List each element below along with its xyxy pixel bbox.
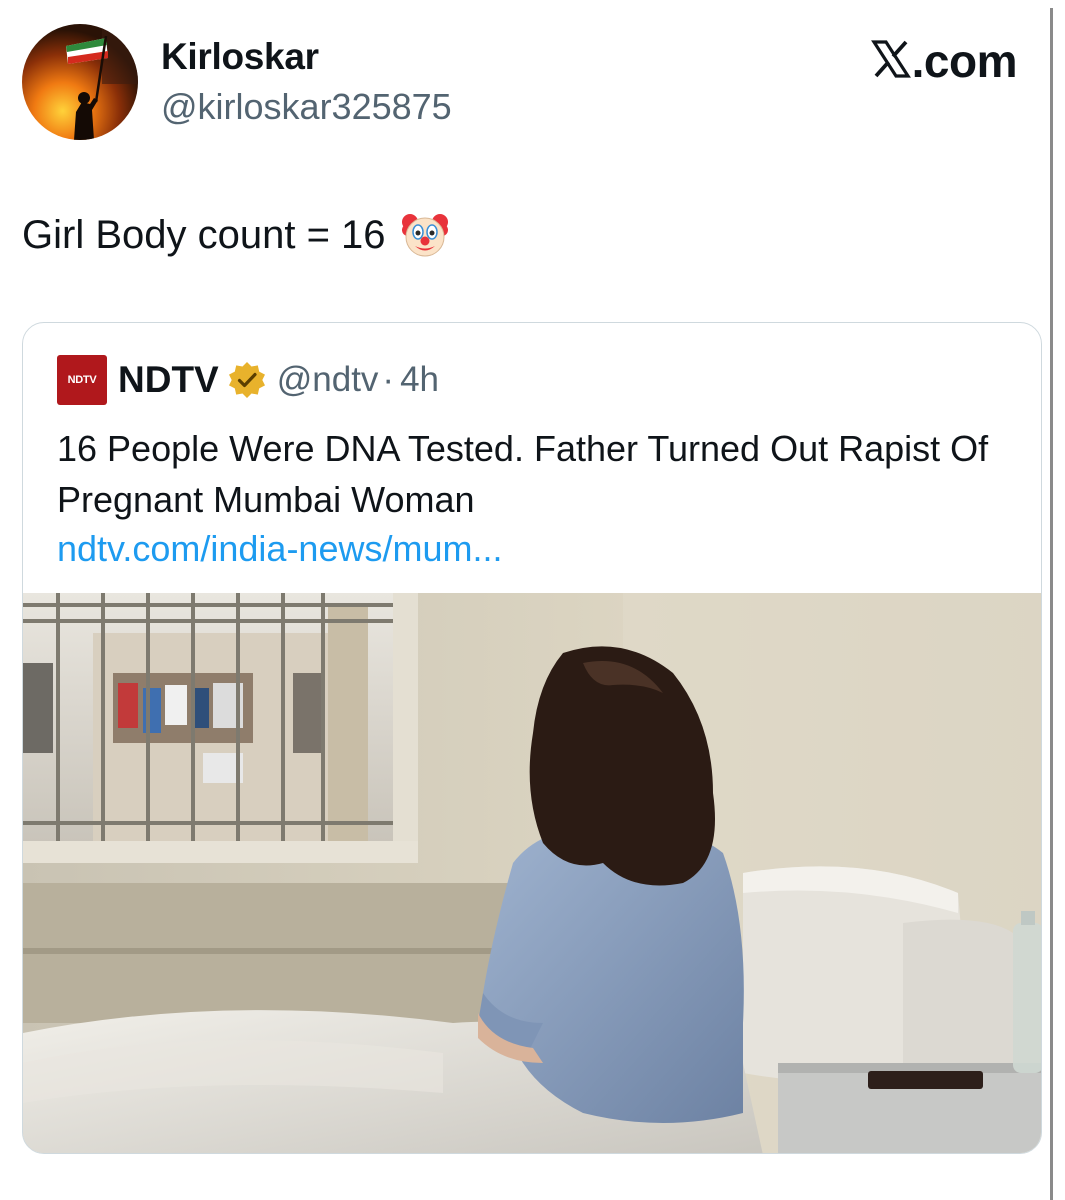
verified-gold-badge-icon bbox=[228, 362, 265, 398]
quoted-author-name[interactable]: NDTV bbox=[118, 359, 219, 401]
quoted-tweet-card[interactable]: NDTV NDTV @ndtv · 4h 16 People Were DNA … bbox=[22, 322, 1042, 1154]
quoted-tweet-text: 16 People Were DNA Tested. Father Turned… bbox=[57, 428, 989, 520]
ndtv-logo[interactable]: NDTV bbox=[57, 355, 107, 405]
author-display-name[interactable]: Kirloskar bbox=[161, 36, 319, 78]
brand-domain: .com bbox=[911, 35, 1018, 87]
author-avatar[interactable] bbox=[22, 24, 138, 140]
x-brand-logo: .com bbox=[870, 34, 1018, 88]
avatar-image bbox=[22, 24, 138, 140]
x-logo-icon bbox=[870, 40, 911, 78]
quoted-timestamp[interactable]: 4h bbox=[400, 360, 439, 400]
tweet-body: Girl Body count = 16 bbox=[22, 212, 386, 257]
quoted-author-handle[interactable]: @ndtv bbox=[277, 360, 379, 400]
tweet-text: Girl Body count = 16 bbox=[22, 210, 450, 260]
quoted-tweet-header: NDTV NDTV @ndtv · 4h bbox=[57, 355, 439, 405]
quoted-tweet-image[interactable] bbox=[23, 593, 1042, 1154]
header-separator: · bbox=[382, 360, 395, 399]
ndtv-logo-text: NDTV bbox=[67, 374, 97, 386]
author-handle[interactable]: @kirloskar325875 bbox=[161, 86, 452, 128]
clown-face-icon bbox=[401, 214, 448, 257]
page-right-border bbox=[1050, 8, 1053, 1200]
quoted-tweet-link[interactable]: ndtv.com/india-news/mum... bbox=[57, 528, 502, 570]
